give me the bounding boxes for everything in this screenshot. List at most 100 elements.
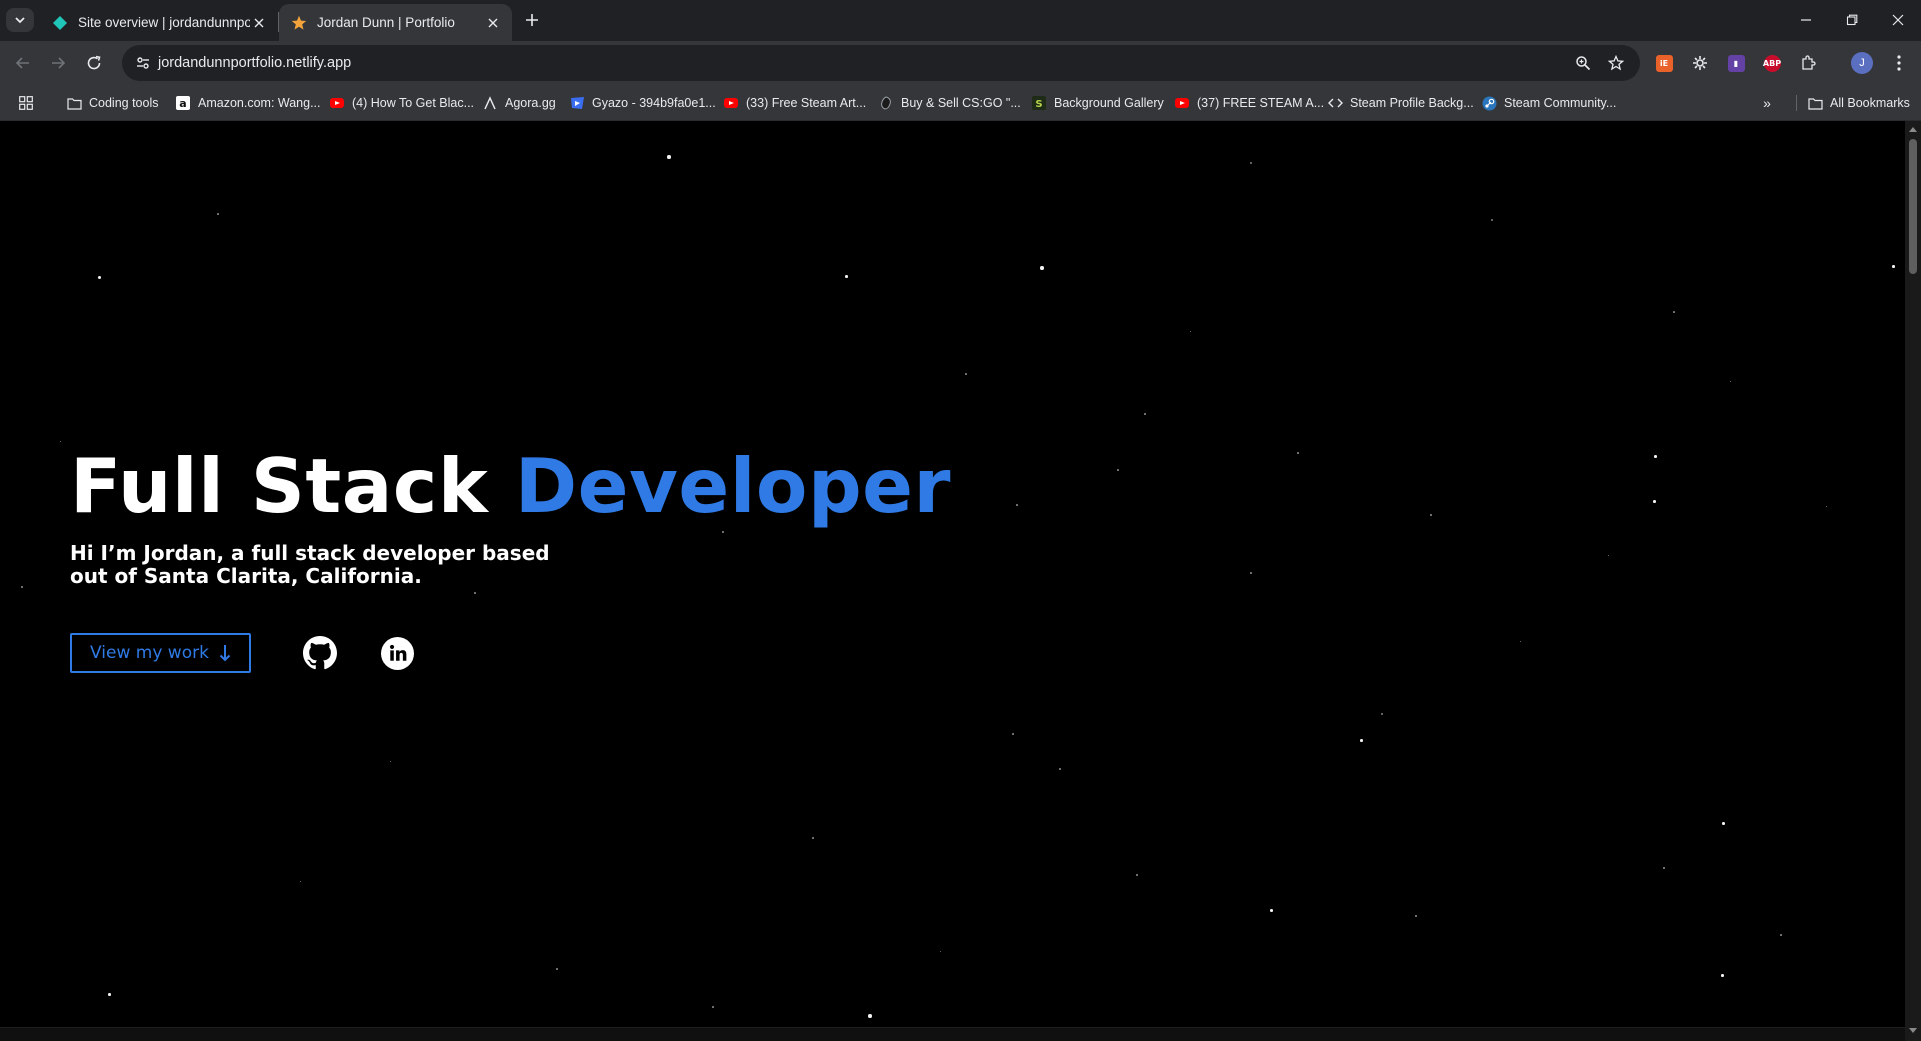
bookmark-youtube-2[interactable]: (33) Free Steam Art... <box>723 93 866 113</box>
bookmark-label: Background Gallery <box>1054 96 1164 110</box>
linkedin-link[interactable] <box>377 633 417 673</box>
star-dot <box>474 592 476 594</box>
page-scrollbar[interactable] <box>1905 121 1921 1041</box>
github-icon <box>303 636 337 670</box>
arrow-right-icon <box>52 57 66 69</box>
star-dot <box>1270 909 1273 912</box>
back-button[interactable] <box>9 49 37 77</box>
youtube-icon <box>329 95 345 111</box>
abp-extension-icon[interactable]: ABP <box>1762 53 1782 73</box>
s-icon: S <box>1031 95 1047 111</box>
bookmarks-bar: Coding tools a Amazon.com: Wang... (4) H… <box>0 85 1921 121</box>
minimize-icon <box>1801 19 1811 21</box>
scrollbar-thumb[interactable] <box>1909 139 1917 274</box>
star-dot <box>1250 162 1252 164</box>
plus-icon <box>526 14 538 26</box>
bookmark-background-gallery[interactable]: S Background Gallery <box>1031 93 1164 113</box>
hero-title: Full Stack Developer <box>70 442 951 530</box>
bookmark-label: Agora.gg <box>505 96 556 110</box>
star-dot <box>108 993 111 996</box>
steam-icon <box>1481 95 1497 111</box>
restore-icon <box>1846 14 1858 26</box>
new-tab-button[interactable] <box>520 8 544 32</box>
bookmark-amazon[interactable]: a Amazon.com: Wang... <box>175 93 321 113</box>
folder-icon <box>1807 95 1823 111</box>
star-dot <box>1430 514 1432 516</box>
bookmark-coding-tools[interactable]: Coding tools <box>66 93 159 113</box>
star-icon <box>291 15 307 31</box>
scroll-down-icon[interactable] <box>1908 1026 1918 1036</box>
puzzle-icon[interactable] <box>1798 53 1818 73</box>
star-dot <box>1520 641 1522 643</box>
star-dot <box>1415 915 1417 917</box>
tab-portfolio[interactable]: Jordan Dunn | Portfolio <box>279 4 512 41</box>
page-bottom-edge <box>0 1027 1905 1041</box>
reload-icon <box>87 55 101 70</box>
bookmark-youtube-1[interactable]: (4) How To Get Blac... <box>329 93 474 113</box>
github-link[interactable] <box>300 633 340 673</box>
star-dot <box>1608 555 1610 557</box>
star-dot <box>1012 733 1014 735</box>
forward-button[interactable] <box>44 49 72 77</box>
agora-icon <box>482 95 498 111</box>
more-bookmarks-icon[interactable]: » <box>1757 93 1777 113</box>
star-dot <box>98 276 101 279</box>
star-dot <box>1653 500 1656 503</box>
minimize-button[interactable] <box>1783 0 1829 40</box>
bookmark-label: Coding tools <box>89 96 159 110</box>
restore-button[interactable] <box>1829 0 1875 40</box>
close-tab-icon[interactable] <box>250 14 268 32</box>
menu-kebab-icon[interactable] <box>1888 52 1910 74</box>
star-dot <box>1059 768 1061 770</box>
ie-extension-icon[interactable]: iE <box>1654 53 1674 73</box>
tab-title: Jordan Dunn | Portfolio <box>317 15 455 30</box>
close-tab-icon[interactable] <box>484 14 502 32</box>
star-dot <box>300 881 302 883</box>
view-my-work-button[interactable]: View my work <box>70 633 251 673</box>
star-dot <box>1144 413 1146 415</box>
bookmark-agora[interactable]: Agora.gg <box>482 93 556 113</box>
apps-grid-icon[interactable] <box>17 94 35 112</box>
portfolio-page: Full Stack Developer Hi I’m Jordan, a fu… <box>0 121 1905 1027</box>
star-dot <box>556 968 558 970</box>
youtube-icon <box>723 95 739 111</box>
site-info-icon[interactable] <box>132 52 154 74</box>
all-bookmarks-button[interactable]: All Bookmarks <box>1807 93 1910 113</box>
bookmark-label: Buy & Sell CS:GO "... <box>901 96 1021 110</box>
star-dot <box>1826 506 1828 508</box>
code-icon <box>1327 95 1343 111</box>
arrow-down-icon <box>219 644 231 662</box>
star-dot <box>60 441 62 443</box>
tab-search-button[interactable] <box>6 8 34 32</box>
tab-site-overview[interactable]: Site overview | jordandunnportfolio <box>40 4 278 41</box>
amazon-icon: a <box>175 95 191 111</box>
twitch-extension-icon[interactable]: ▮ <box>1726 53 1746 73</box>
star-dot <box>667 155 671 159</box>
bookmark-youtube-3[interactable]: (37) FREE STEAM A... <box>1174 93 1324 113</box>
all-bookmarks-label: All Bookmarks <box>1830 96 1910 110</box>
gear-extension-icon[interactable] <box>1690 53 1710 73</box>
reload-button[interactable] <box>80 49 108 77</box>
star-dot <box>1673 311 1675 313</box>
bookmark-gyazo[interactable]: Gyazo - 394b9fa0e1... <box>569 93 716 113</box>
star-dot <box>1297 452 1299 454</box>
star-dot <box>722 531 724 533</box>
bookmarks-divider <box>1796 95 1797 111</box>
scroll-up-icon[interactable] <box>1908 124 1918 134</box>
arrow-left-icon <box>15 57 29 69</box>
star-dot <box>1722 822 1725 825</box>
bookmark-star-icon[interactable] <box>1605 52 1627 74</box>
tab-title: Site overview | jordandunnportfolio <box>78 15 250 30</box>
bookmark-steam-profile[interactable]: Steam Profile Backg... <box>1327 93 1474 113</box>
star-dot <box>712 1006 714 1008</box>
bookmark-steam-community[interactable]: Steam Community... <box>1481 93 1616 113</box>
address-bar[interactable]: jordandunnportfolio.netlify.app <box>122 45 1640 81</box>
profile-avatar[interactable]: J <box>1851 52 1873 74</box>
zoom-icon[interactable] <box>1572 52 1594 74</box>
bookmark-label: Steam Profile Backg... <box>1350 96 1474 110</box>
youtube-icon <box>1174 95 1190 111</box>
bookmark-csgo[interactable]: Buy & Sell CS:GO "... <box>878 93 1021 113</box>
close-window-button[interactable] <box>1875 0 1921 40</box>
star-dot <box>390 761 392 763</box>
url-text[interactable]: jordandunnportfolio.netlify.app <box>158 55 351 71</box>
